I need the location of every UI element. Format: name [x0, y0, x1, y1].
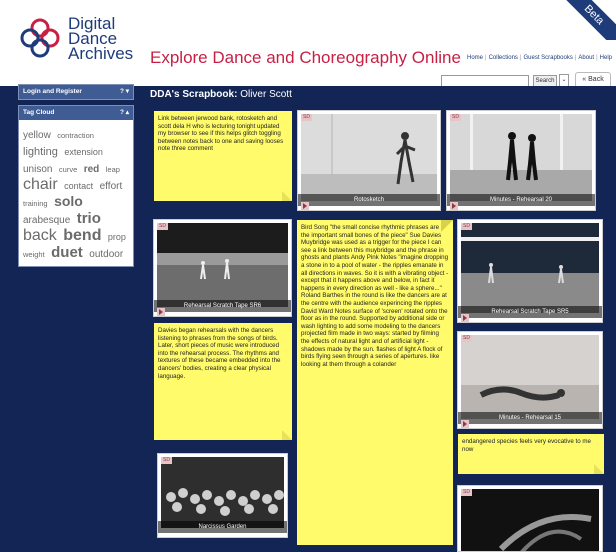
login-panel-header[interactable]: Login and Register ? ▾	[19, 85, 133, 99]
video-thumbnail	[461, 489, 599, 551]
tag-link[interactable]: lighting	[23, 146, 58, 158]
media-card-rehearsal-15[interactable]: SD Minutes - Rehearsal 15	[457, 331, 603, 429]
tag-link[interactable]: extension	[64, 147, 103, 157]
page-title-name: Oliver Scott	[240, 89, 292, 100]
tag-cloud-header: Tag Cloud ? ▴	[19, 106, 133, 120]
top-nav: Home | Collections | Guest Scrapbooks | About |…	[467, 55, 612, 61]
tag-link[interactable]: back	[23, 227, 57, 244]
scrapbook-note-bird-song[interactable]: Bird Song "the small concise rhythmic ph…	[297, 220, 453, 545]
sd-badge: SD	[157, 223, 168, 230]
play-icon[interactable]	[461, 314, 469, 322]
nav-home[interactable]: Home	[467, 55, 483, 61]
nav-about[interactable]: About	[578, 55, 594, 61]
page-title: DDA's Scrapbook: Oliver Scott	[150, 89, 292, 100]
tag-link[interactable]: weight	[23, 250, 45, 259]
tag-link[interactable]: unison	[23, 164, 52, 175]
tag-link[interactable]: effort	[100, 181, 123, 192]
sd-badge: SD	[461, 489, 472, 496]
video-thumbnail	[461, 335, 599, 419]
tag-link[interactable]: contraction	[57, 131, 94, 140]
scrapbook-note[interactable]: Link between jerwood bank, rotosketch an…	[154, 111, 292, 201]
tag-cloud-panel: Tag Cloud ? ▴ yellow contraction lightin…	[18, 105, 134, 267]
login-panel-title: Login and Register	[23, 88, 82, 95]
tag-cloud-title: Tag Cloud	[23, 109, 55, 116]
card-caption: Narcissus Garden	[158, 521, 287, 533]
scrapbook-note-davies[interactable]: Davies began rehearsals with the dancers…	[154, 323, 292, 440]
note-text: Bird Song "the small concise rhythmic ph…	[301, 224, 449, 368]
tag-link[interactable]: outdoor	[89, 249, 123, 260]
login-panel-controls[interactable]: ? ▾	[120, 85, 129, 99]
tag-link[interactable]: trio	[77, 210, 101, 227]
dancer-photo-icon	[461, 489, 599, 551]
beta-ribbon: Beta	[556, 0, 616, 40]
tag-link[interactable]: prop	[108, 232, 126, 242]
chevron-down-icon: ⌄	[561, 77, 567, 83]
rotosketch-photo-icon	[301, 114, 437, 201]
video-thumbnail	[461, 223, 599, 313]
note-fold	[441, 220, 453, 232]
site-headline: Explore Dance and Choreography Online	[150, 48, 461, 67]
tag-link[interactable]: training	[23, 199, 48, 208]
tag-link[interactable]: yellow	[23, 130, 51, 141]
play-icon[interactable]	[450, 202, 458, 210]
tag-cloud-controls[interactable]: ? ▴	[120, 106, 129, 120]
scratch-tape-sr6-photo-icon	[157, 223, 288, 307]
scratch-tape-sr5-photo-icon	[461, 223, 599, 313]
note-fold	[282, 191, 292, 201]
media-card-scratch-tape-sr5[interactable]: SD Rehearsal Scratch Tape SR5	[457, 219, 603, 323]
narcissus-garden-photo-icon	[161, 457, 284, 528]
tag-link[interactable]: curve	[59, 165, 77, 174]
site-header: Digital Dance Archives Explore Dance and…	[0, 0, 616, 88]
login-panel: Login and Register ? ▾	[18, 84, 134, 100]
tag-link[interactable]: arabesque	[23, 215, 70, 226]
video-thumbnail	[301, 114, 437, 201]
sd-badge: SD	[301, 114, 312, 121]
dda-logo-icon	[20, 18, 60, 58]
media-card-rehearsal-20[interactable]: SD Minutes - Rehearsal 20	[446, 110, 596, 211]
beta-label: Beta	[559, 0, 616, 40]
logo-text: Digital Dance Archives	[68, 15, 134, 63]
media-card-scratch-tape-sr6[interactable]: SD Rehearsal Scratch Tape SR6	[153, 219, 292, 317]
scrapbook-note-endangered[interactable]: endangered species feels very evocative …	[458, 434, 604, 474]
tag-link[interactable]: solo	[54, 193, 83, 209]
tag-link[interactable]: contact	[64, 181, 93, 191]
note-text: endangered species feels very evocative …	[462, 438, 591, 453]
sd-badge: SD	[461, 335, 472, 342]
note-text: Link between jerwood bank, rotosketch an…	[158, 115, 284, 153]
rehearsal-photo-icon	[450, 114, 592, 201]
nav-guest-scrapbooks[interactable]: Guest Scrapbooks	[523, 55, 572, 61]
tag-link[interactable]: chair	[23, 176, 58, 193]
card-caption: Minutes - Rehearsal 15	[458, 412, 602, 424]
play-icon[interactable]	[461, 420, 469, 428]
nav-collections[interactable]: Collections	[489, 55, 518, 61]
video-thumbnail	[157, 223, 288, 307]
dda-logo[interactable]: Digital Dance Archives	[18, 12, 148, 72]
play-icon[interactable]	[157, 308, 165, 316]
card-caption: Rehearsal Scratch Tape SR6	[154, 300, 291, 312]
logo-line-3: Archives	[68, 44, 134, 63]
media-card-rotosketch[interactable]: SD Rotosketch	[297, 110, 441, 211]
card-caption: Rehearsal Scratch Tape SR5	[458, 306, 602, 318]
image-thumbnail	[161, 457, 284, 528]
note-text: Davies began rehearsals with the dancers…	[158, 327, 281, 380]
rehearsal-15-photo-icon	[461, 335, 599, 419]
note-fold	[594, 464, 604, 474]
sd-badge: SD	[450, 114, 461, 121]
tag-link[interactable]: duet	[51, 244, 83, 261]
play-icon[interactable]	[301, 202, 309, 210]
tag-link[interactable]: bend	[63, 227, 101, 244]
nav-help[interactable]: Help	[600, 55, 612, 61]
media-card-partial[interactable]: SD	[457, 485, 603, 552]
media-card-narcissus-garden[interactable]: SD Narcissus Garden	[157, 453, 288, 538]
tag-cloud: yellow contraction lighting extension un…	[19, 120, 133, 268]
sd-badge: SD	[461, 223, 472, 230]
page-title-prefix: DDA's Scrapbook:	[150, 89, 238, 100]
tag-link[interactable]: leap	[106, 165, 120, 174]
video-thumbnail	[450, 114, 592, 201]
card-caption: Minutes - Rehearsal 20	[447, 194, 595, 206]
note-fold	[282, 430, 292, 440]
sd-badge: SD	[161, 457, 172, 464]
card-caption: Rotosketch	[298, 194, 440, 206]
tag-link[interactable]: red	[84, 164, 100, 175]
